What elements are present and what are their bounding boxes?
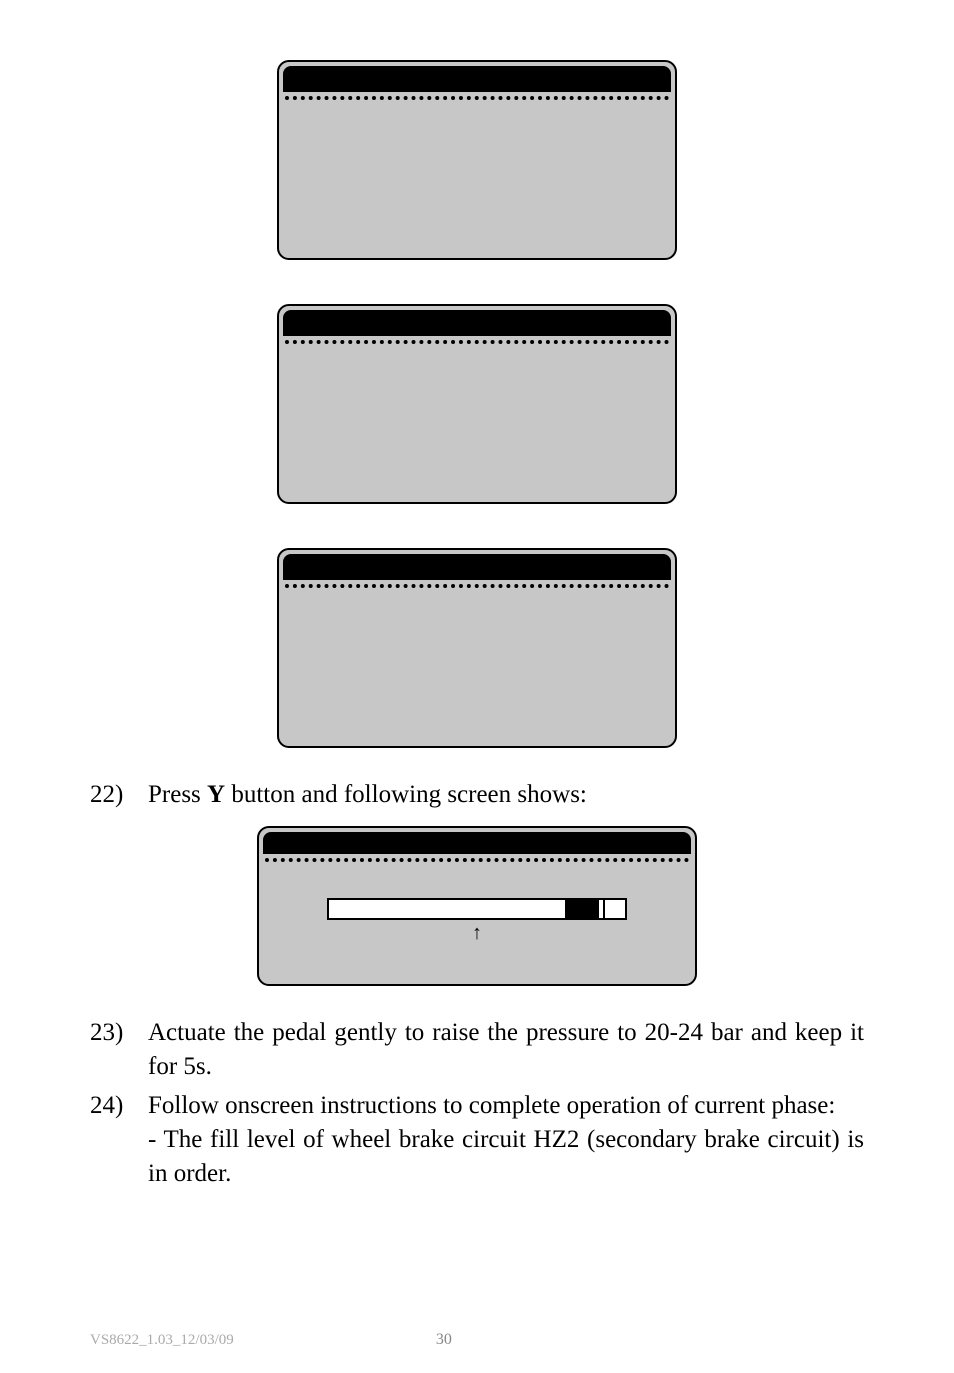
document-page: 22) Press Y button and following screen … (0, 0, 954, 1373)
step-22-number: 22) (90, 778, 148, 812)
arrow-up-icon: ↑ (259, 922, 695, 945)
divider-line (285, 96, 669, 100)
screens-column (90, 60, 864, 748)
step-23-number: 23) (90, 1016, 148, 1084)
step-24: 24) Follow onscreen instructions to comp… (90, 1089, 864, 1123)
step-22-text-b: button and following screen shows: (225, 781, 587, 808)
step-23-text: Actuate the pedal gently to raise the pr… (148, 1016, 864, 1084)
step-23: 23) Actuate the pedal gently to raise th… (90, 1016, 864, 1084)
divider-line (265, 858, 689, 862)
progress-fill (565, 900, 599, 918)
divider-line (285, 584, 669, 588)
screen-2-header (283, 310, 671, 336)
step-22-text: Press Y button and following screen show… (148, 778, 864, 812)
device-screen-4: ↑ (257, 826, 697, 986)
progress-bar (327, 898, 627, 920)
step-22-text-a: Press (148, 781, 207, 808)
device-screen-3 (277, 548, 677, 748)
step-22-bold: Y (207, 781, 225, 808)
screen-4-header (263, 832, 691, 854)
divider-line (285, 340, 669, 344)
step-22: 22) Press Y button and following screen … (90, 778, 864, 812)
step-24-sub: - The fill level of wheel brake circuit … (148, 1123, 864, 1191)
step-24-text: Follow onscreen instructions to complete… (148, 1089, 864, 1123)
screen-3-header (283, 554, 671, 580)
page-number: 30 (144, 1331, 744, 1349)
step-24-number: 24) (90, 1089, 148, 1123)
progress-wrap (259, 898, 695, 920)
screen-1-header (283, 66, 671, 92)
device-screen-2 (277, 304, 677, 504)
device-screen-1 (277, 60, 677, 260)
progress-end-segment (603, 900, 625, 918)
page-footer: VS8622_1.03_12/03/09 30 (90, 1331, 864, 1349)
